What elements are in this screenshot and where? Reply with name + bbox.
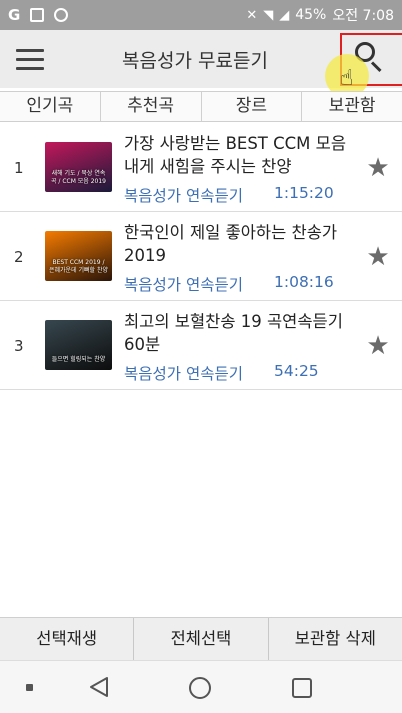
item-number: 1 [14,159,24,177]
tab-bar: 인기곡 추천곡 장르 보관함 [0,91,402,122]
battery-percent: 45% [295,7,327,23]
back-triangle-icon[interactable] [87,675,111,699]
thumbnail-caption: 들으면 힐링되는 찬양 [51,356,106,363]
recent-apps-square-icon[interactable] [292,678,312,698]
item-artist: 복음성가 연속듣기 [124,365,244,383]
thumbnail-caption: BEST CCM 2019 / 은혜가운데 기뻐할 찬양 [49,259,109,274]
list-item[interactable]: 1 새해 기도 / 묵상 연속곡 / CCM 모음 2019 가장 사랑받는 B… [0,123,402,212]
system-nav-bar [0,660,402,713]
google-g-icon: G [8,6,21,24]
item-duration: 54:25 [274,362,319,380]
action-bar: 선택재생 전체선택 보관함 삭제 [0,617,402,660]
delete-library-button[interactable]: 보관함 삭제 [269,618,402,660]
star-icon[interactable]: ★ [364,332,392,360]
play-selected-button[interactable]: 선택재생 [0,618,135,660]
hand-cursor-icon: ☝ [340,66,354,91]
app-title: 복음성가 무료듣기 [122,49,268,72]
status-bar: G ✕ ◥ ◢ 45% 오전 7:08 [0,0,402,30]
star-icon[interactable]: ★ [364,243,392,271]
hamburger-menu-icon[interactable] [0,30,60,88]
wifi-icon: ◥ [263,7,274,23]
item-title: 한국인이 제일 좋아하는 찬송가 2019 [124,223,338,265]
thumbnail: BEST CCM 2019 / 은혜가운데 기뻐할 찬양 [45,231,112,281]
list-item[interactable]: 3 들으면 힐링되는 찬양 최고의 보혈찬송 19 곡연속듣기 60분 복음성가… [0,301,402,390]
tab-library[interactable]: 보관함 [302,92,402,121]
tab-popular[interactable]: 인기곡 [0,92,101,121]
song-list: 1 새해 기도 / 묵상 연속곡 / CCM 모음 2019 가장 사랑받는 B… [0,123,402,390]
signal-icon: ◢ [279,7,290,23]
item-title: 가장 사랑받는 BEST CCM 모음 내게 새힘을 주시는 찬양 [124,134,346,176]
item-artist: 복음성가 연속듣기 [124,187,244,205]
list-item[interactable]: 2 BEST CCM 2019 / 은혜가운데 기뻐할 찬양 한국인이 제일 좋… [0,212,402,301]
mute-icon: ✕ [246,7,258,23]
thumbnail: 새해 기도 / 묵상 연속곡 / CCM 모음 2019 [45,142,112,192]
item-title: 최고의 보혈찬송 19 곡연속듣기 60분 [124,312,343,354]
tab-recommended[interactable]: 추천곡 [101,92,202,121]
status-time: 오전 7:08 [332,8,394,24]
thumbnail: 들으면 힐링되는 찬양 [45,320,112,370]
item-duration: 1:15:20 [274,184,334,202]
item-number: 3 [14,337,24,355]
star-icon[interactable]: ★ [364,154,392,182]
select-all-button[interactable]: 전체선택 [134,618,269,660]
location-icon [54,8,69,22]
item-duration: 1:08:16 [274,273,334,291]
thumbnail-caption: 새해 기도 / 묵상 연속곡 / CCM 모음 2019 [50,170,107,185]
nav-dot-icon[interactable] [26,684,33,691]
item-artist: 복음성가 연속듣기 [124,276,244,294]
tab-genre[interactable]: 장르 [202,92,303,121]
item-number: 2 [14,248,24,266]
image-icon [30,8,45,22]
home-circle-icon[interactable] [189,677,211,699]
